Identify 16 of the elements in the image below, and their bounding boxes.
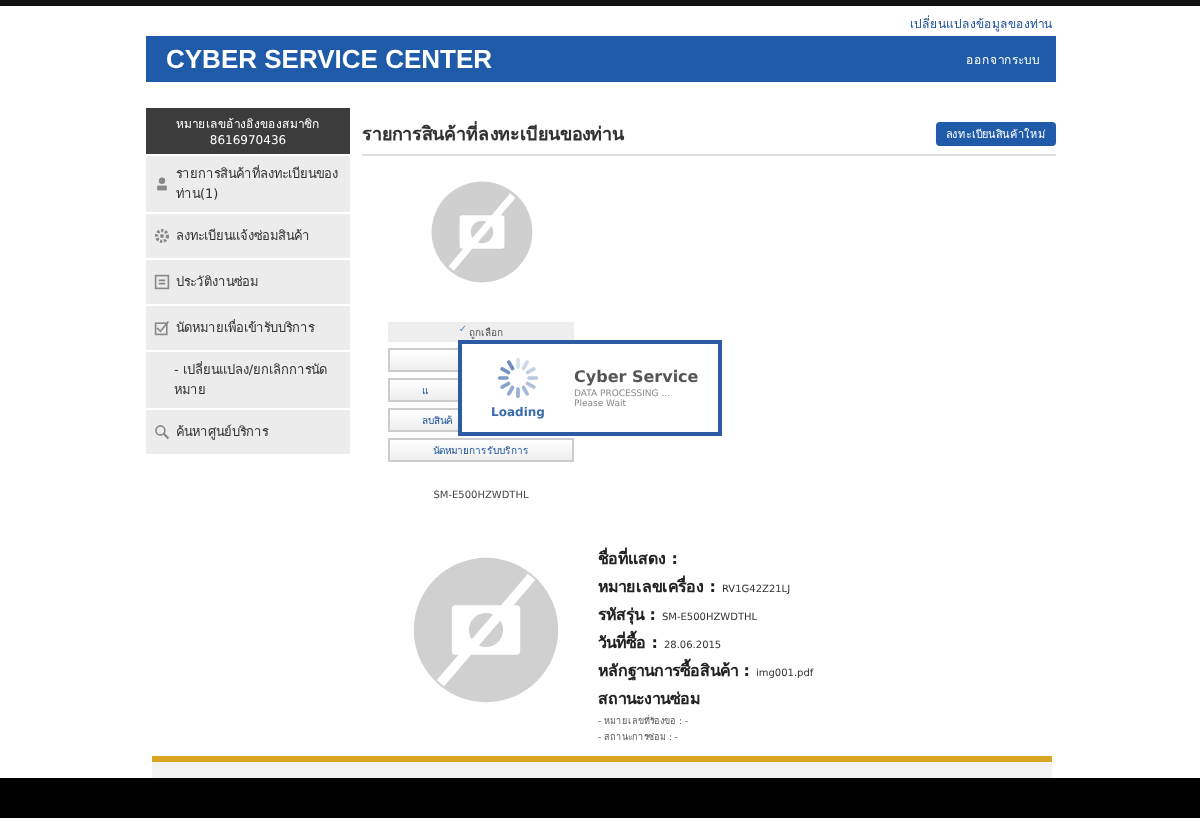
site-title: CYBER SERVICE CENTER bbox=[166, 44, 493, 74]
gear-icon bbox=[154, 228, 170, 244]
repair-status-title: สถานะงานซ่อม bbox=[598, 688, 702, 712]
field-label: หมายเลขเครื่อง : bbox=[598, 574, 716, 600]
field-label: วันที่ซื้อ : bbox=[598, 630, 658, 656]
field-label: ชื่อที่แสดง : bbox=[598, 546, 678, 572]
checkbox-icon bbox=[154, 320, 170, 336]
spinner-icon bbox=[496, 356, 540, 400]
page-title: รายการสินค้าที่ลงทะเบียนของท่าน bbox=[362, 120, 624, 148]
user-icon bbox=[154, 176, 170, 192]
no-photo-icon bbox=[410, 554, 562, 706]
field-label: รหัสรุ่น : bbox=[598, 604, 656, 628]
dialog-title: Cyber Service bbox=[574, 367, 699, 385]
document-icon bbox=[154, 274, 170, 290]
field-label: หลักฐานการซื้อสินค้า : bbox=[598, 658, 750, 684]
search-icon bbox=[154, 424, 170, 440]
